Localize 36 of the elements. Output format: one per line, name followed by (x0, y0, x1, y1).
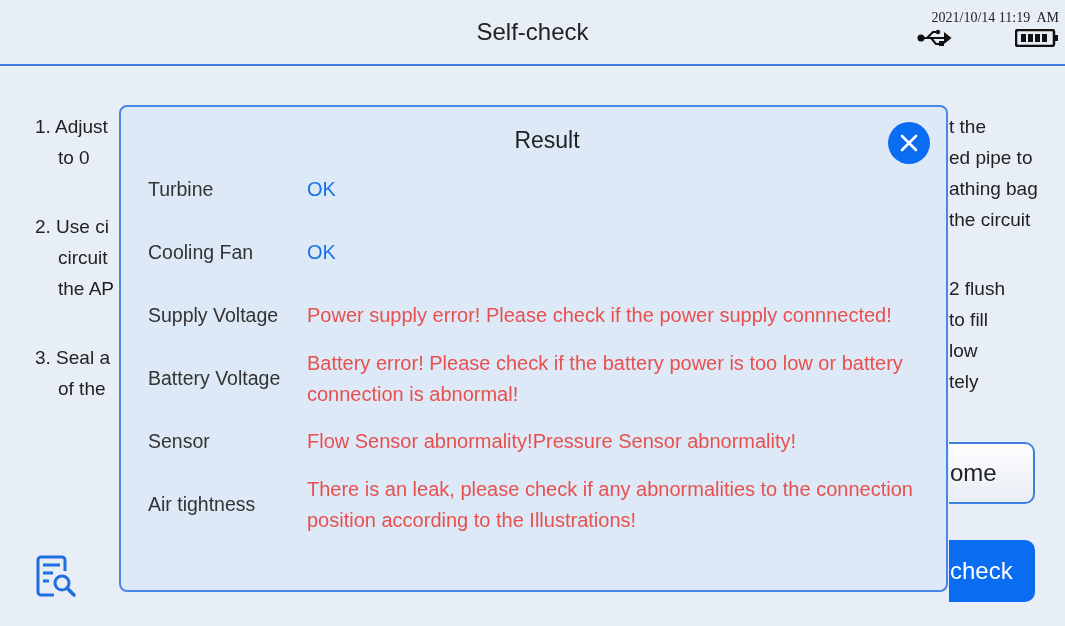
action-button[interactable]: check (949, 540, 1035, 602)
step-text: to 0 (57, 146, 91, 170)
close-icon (899, 133, 919, 153)
step-text: to fill (949, 308, 990, 332)
close-button[interactable] (888, 122, 930, 164)
screen-title: Self-check (476, 18, 589, 46)
check-result: OK (307, 240, 337, 265)
home-button[interactable]: ome (949, 442, 1035, 504)
step-text: ed pipe to (949, 146, 1034, 170)
check-label: Supply Voltage (148, 304, 280, 327)
step-text: 1. Adjust (35, 115, 109, 139)
step-text: 2 flush (949, 277, 1006, 301)
check-label: Turbine (148, 178, 215, 201)
report-search-icon[interactable] (35, 554, 77, 598)
battery-icon (1015, 29, 1059, 47)
check-label: Sensor (148, 430, 211, 453)
check-result: Power supply error! Please check if the power supply connnected! (307, 303, 893, 328)
dialog-title: Result (514, 127, 580, 154)
step-text: athing bag (949, 177, 1039, 201)
check-label: Battery Voltage (148, 367, 282, 390)
step-text: the circuit (949, 208, 1032, 232)
step-text: t the (949, 115, 987, 139)
step-text: circuit (57, 246, 109, 270)
step-text: 3. Seal a (35, 346, 111, 370)
date-time: 2021/10/14 11:19 AM (931, 10, 1059, 26)
step-text: of the (57, 377, 107, 401)
check-label: Air tightness (148, 493, 257, 516)
check-result: Battery error! Please check if the battery power is too low or battery connection is abnormal! (307, 350, 904, 407)
step-text: 2. Use ci (35, 215, 110, 239)
check-label: Cooling Fan (148, 241, 255, 264)
check-result: There is an leak, please check if any abnormalities to the connection position according to the Illustrations! (307, 476, 914, 533)
check-result: Flow Sensor abnormality!Pressure Sensor abnormality! (307, 429, 798, 454)
check-result: OK (307, 177, 337, 202)
step-text: low (949, 339, 979, 363)
step-text: the AP (57, 277, 114, 301)
step-text: tely (949, 370, 980, 394)
